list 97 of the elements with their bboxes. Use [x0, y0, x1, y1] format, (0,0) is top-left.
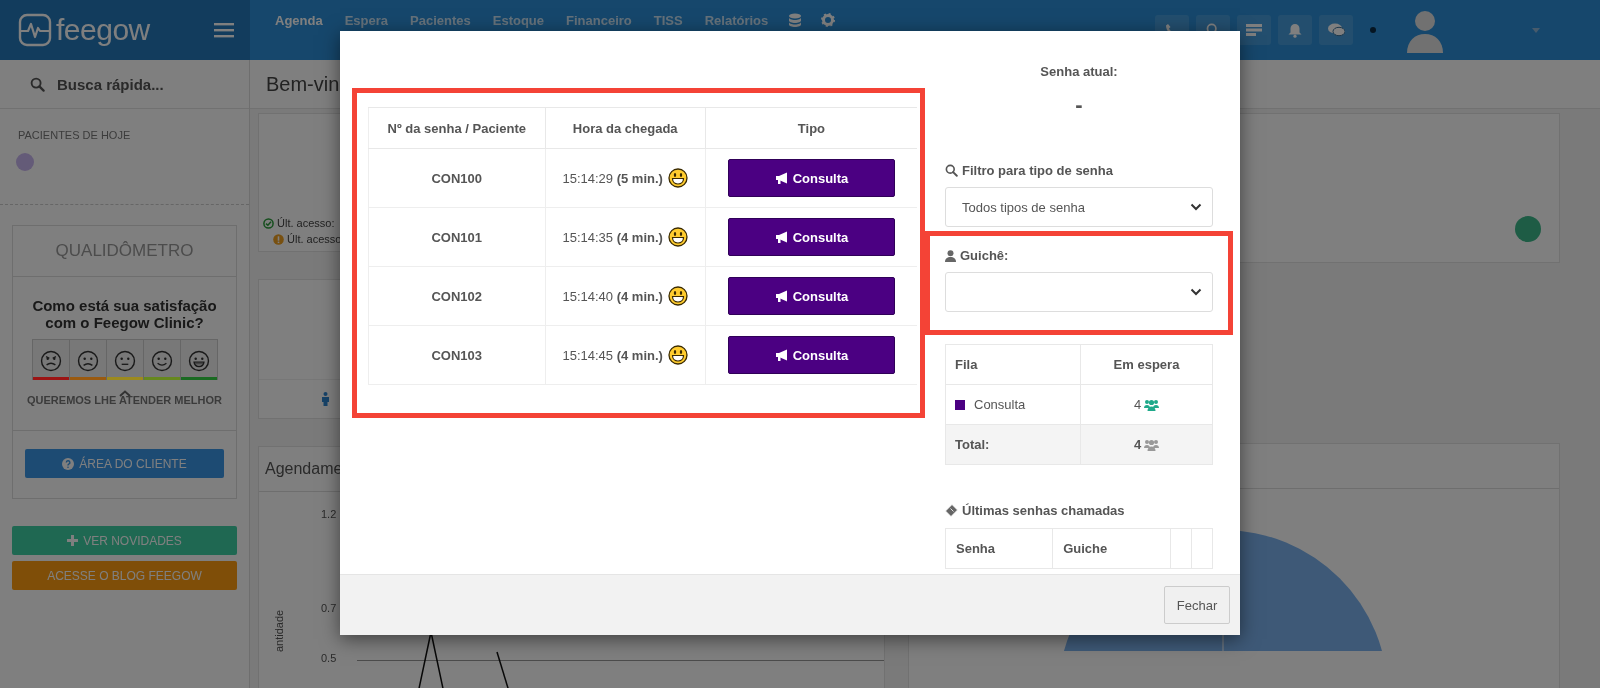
bell-icon: [1288, 22, 1302, 38]
nav-link[interactable]: Pacientes: [399, 13, 482, 28]
close-button[interactable]: Fechar: [1164, 586, 1230, 624]
column-header: Fila: [945, 344, 1081, 385]
arrival-time: 15:14:45 (4 min.): [562, 347, 663, 363]
select-value: Todos tipos de senha: [962, 199, 1085, 215]
ticket-type-select[interactable]: Todos tipos de senha: [945, 187, 1213, 227]
angry-face-icon: [39, 350, 62, 372]
plus-icon: [67, 535, 79, 546]
search-icon: [30, 76, 45, 92]
total-count: 4: [1133, 437, 1142, 452]
nav-link[interactable]: Financeiro: [555, 13, 643, 28]
search-field[interactable]: Busca rápida...: [0, 60, 249, 109]
megaphone-icon: [774, 349, 789, 361]
call-button[interactable]: Consulta: [727, 277, 895, 315]
grinning-face-icon: [187, 350, 210, 372]
grinning-face-icon: [667, 168, 688, 188]
megaphone-icon: [774, 172, 789, 184]
field-label: Filtro para tipo de senha: [962, 163, 1113, 178]
help-circle-icon: [62, 457, 75, 470]
status-dot-icon: [1370, 27, 1376, 33]
call-button[interactable]: Consulta: [727, 336, 895, 374]
list-icon: [1246, 24, 1262, 36]
total-label: Total:: [945, 424, 1081, 465]
arrival-time: 15:14:35 (4 min.): [562, 229, 663, 245]
blog-button[interactable]: ACESSE O BLOG FEEGOW: [12, 561, 237, 590]
sad-face-icon: [76, 350, 99, 372]
column-header: Senha: [945, 528, 1053, 569]
field-label: Guichê:: [960, 248, 1009, 263]
ticket-icon: [945, 504, 958, 517]
access-text: Últ. acesso: [287, 233, 342, 245]
news-button[interactable]: VER NOVIDADES: [12, 526, 237, 555]
survey-question: Como está sua satisfação com o Feegow Clinic?: [31, 297, 218, 331]
grinning-face-icon: [667, 286, 688, 306]
users-icon: [1144, 398, 1160, 411]
users-icon: [1144, 438, 1160, 451]
table-cell: CON103: [368, 325, 546, 385]
megaphone-icon: [774, 231, 789, 243]
logo-text: feegow: [56, 13, 150, 47]
table-cell: CON100: [368, 148, 546, 208]
smiling-face-icon: [150, 350, 173, 372]
caret-up-icon: [118, 390, 131, 397]
logo-icon: [18, 13, 52, 47]
warning-circle-icon: [273, 233, 284, 245]
current-ticket-label: Senha atual:: [1040, 64, 1118, 79]
settings-icon[interactable]: [821, 13, 836, 27]
status-dot-icon: [1515, 216, 1541, 242]
call-button[interactable]: Consulta: [727, 159, 895, 197]
section-title: PACIENTES DE HOJE: [17, 128, 132, 141]
database-icon[interactable]: [789, 13, 802, 27]
current-ticket-value: -: [1075, 92, 1083, 118]
column-header: Hora da chegada: [545, 107, 706, 149]
axis-tick-label: 0.7: [321, 602, 337, 614]
nav-link[interactable]: Agenda: [264, 13, 334, 28]
axis-tick-label: 0.5: [321, 652, 337, 664]
column-header: Guiche: [1052, 528, 1171, 569]
client-area-button[interactable]: ÁREA DO CLIENTE: [25, 449, 224, 478]
axis-label: antidade: [273, 609, 285, 652]
search-placeholder: Busca rápida...: [57, 75, 164, 93]
column-header: Em espera: [1080, 344, 1213, 385]
page-title: Bem-vin: [266, 72, 340, 96]
arrival-time: 15:14:40 (4 min.): [562, 288, 663, 304]
axis-tick-label: 1.2: [321, 508, 337, 520]
rating-option[interactable]: [32, 340, 70, 380]
menu-icon[interactable]: [214, 22, 234, 38]
call-button[interactable]: Consulta: [727, 218, 895, 256]
neutral-face-icon: [113, 350, 136, 372]
chevron-down-icon: [1190, 288, 1202, 296]
megaphone-icon: [774, 290, 789, 302]
queue-name: Consulta: [974, 397, 1026, 412]
grinning-face-icon: [667, 345, 688, 365]
grinning-face-icon: [667, 227, 688, 247]
chat-icon: [1327, 23, 1345, 37]
patient-avatar-icon: [16, 153, 34, 171]
column-header: Tipo: [705, 107, 917, 149]
rating-option[interactable]: [180, 340, 217, 380]
user-icon: [945, 249, 956, 262]
chevron-down-icon: [1190, 203, 1202, 211]
nav-link[interactable]: Relatórios: [693, 13, 780, 28]
survey-caption: QUEREMOS LHE ATENDER MELHOR: [27, 394, 222, 406]
caret-down-icon: [1532, 27, 1540, 33]
arrival-time: 15:14:29 (5 min.): [562, 170, 663, 186]
rating-option[interactable]: [69, 340, 107, 380]
nav-link[interactable]: Estoque: [481, 13, 556, 28]
table-cell: CON102: [368, 266, 546, 326]
section-title: Últimas senhas chamadas: [962, 503, 1125, 518]
waiting-count: 4: [1133, 397, 1142, 412]
rating-option[interactable]: [106, 340, 144, 380]
person-icon: [321, 392, 330, 406]
rating-option[interactable]: [143, 340, 181, 380]
column-header: Nº da senha / Paciente: [368, 107, 546, 149]
table-cell: CON101: [368, 207, 546, 267]
access-text: Últ. acesso:: [277, 217, 335, 229]
nav-link[interactable]: Espera: [333, 13, 400, 28]
check-circle-icon: [263, 217, 274, 229]
search-icon: [945, 164, 958, 177]
nav-link[interactable]: TISS: [642, 13, 694, 28]
